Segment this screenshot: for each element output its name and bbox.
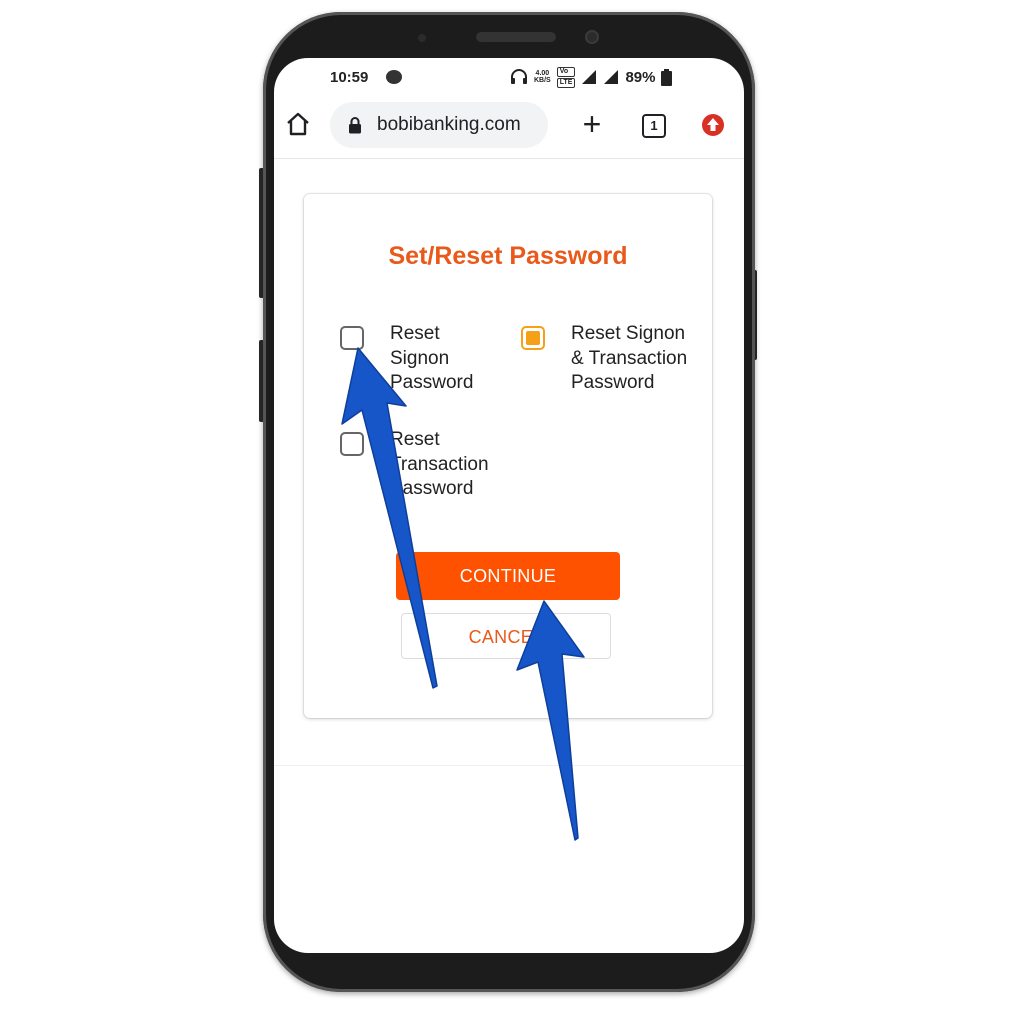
option-label: Reset Signon & Transaction Password: [571, 323, 688, 393]
continue-button[interactable]: CONTINUE: [396, 552, 620, 600]
checkbox-reset-signon-transaction[interactable]: [521, 326, 545, 350]
front-camera: [585, 30, 599, 44]
status-bar: 10:59 4.00 KB/S Vo LTE 89%: [274, 58, 744, 96]
network-speed-value: 4.00: [535, 70, 550, 77]
network-speed-unit: KB/S: [534, 77, 551, 84]
cancel-button[interactable]: CANCEL: [401, 613, 611, 659]
network-speed: 4.00 KB/S: [534, 70, 551, 84]
signal-icon: [604, 70, 619, 84]
lock-icon: [349, 117, 361, 134]
plus-icon[interactable]: +: [578, 108, 606, 142]
status-time: 10:59: [330, 69, 369, 86]
proximity-sensor: [418, 34, 426, 42]
reset-password-dialog: Set/Reset Password Reset Signon Password…: [304, 194, 712, 718]
phone-screen: 10:59 4.00 KB/S Vo LTE 89% bobibanking.c…: [274, 58, 744, 953]
chat-icon: [386, 70, 402, 84]
dialog-title: Set/Reset Password: [388, 242, 628, 270]
tabs-icon[interactable]: 1: [642, 114, 666, 138]
checkbox-reset-signon[interactable]: [340, 326, 364, 350]
browser-toolbar: bobibanking.com + 1: [274, 96, 744, 159]
earpiece-speaker: [476, 32, 556, 42]
battery-percent: 89%: [625, 68, 656, 86]
volte-badge: Vo LTE: [556, 66, 576, 88]
option-label: Reset Signon Password: [390, 323, 474, 393]
headphones-icon: [511, 69, 527, 84]
volte-top: Vo: [556, 66, 576, 77]
battery-icon: [661, 68, 673, 86]
checkbox-reset-transaction[interactable]: [340, 432, 364, 456]
option-label: Reset Transaction Password: [390, 429, 489, 499]
volte-bottom: LTE: [556, 77, 576, 88]
status-icons: 4.00 KB/S Vo LTE 89%: [510, 66, 673, 88]
address-bar[interactable]: bobibanking.com: [330, 102, 548, 148]
url-text: bobibanking.com: [377, 114, 521, 135]
signal-icon: [582, 70, 597, 84]
menu-update-icon[interactable]: [701, 113, 725, 137]
content-divider: [274, 765, 744, 766]
home-icon[interactable]: [284, 110, 312, 138]
